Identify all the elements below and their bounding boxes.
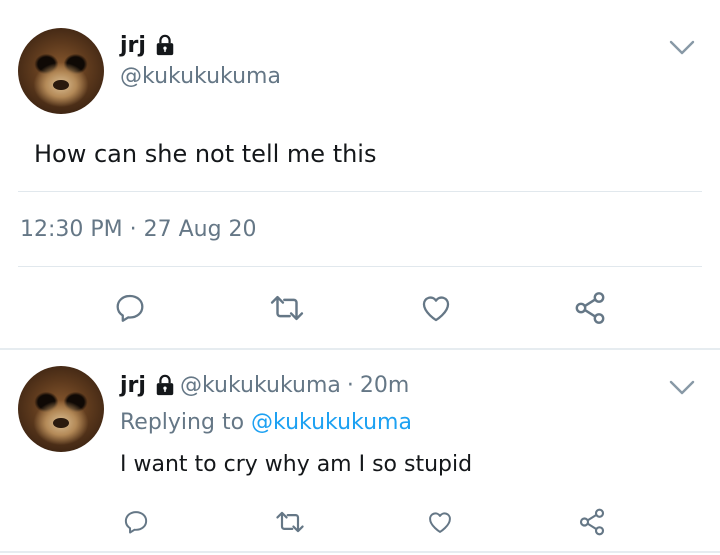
divider <box>18 266 702 267</box>
avatar[interactable] <box>18 366 104 452</box>
share-icon <box>575 292 605 324</box>
tweet-separator <box>0 551 720 553</box>
tweet-separator <box>0 348 720 350</box>
separator: · <box>346 372 354 398</box>
handle[interactable]: @kukukukuma <box>120 64 281 89</box>
like-icon <box>429 512 451 533</box>
like-button[interactable] <box>414 288 458 328</box>
share-button[interactable] <box>572 504 612 540</box>
share-icon <box>579 508 605 536</box>
divider <box>18 191 702 192</box>
retweet-icon <box>270 295 304 321</box>
tweet-text: I want to cry why am I so stupid <box>120 452 473 477</box>
display-name[interactable]: jrj <box>120 33 146 58</box>
tweet-time[interactable]: 20m <box>360 373 409 398</box>
retweet-icon <box>276 511 304 533</box>
share-button[interactable] <box>568 288 612 328</box>
chevron-down-icon[interactable] <box>669 40 695 56</box>
lock-icon <box>156 374 174 396</box>
main-tweet: jrj @kukukukuma How can she not tell me … <box>0 0 720 348</box>
display-name[interactable]: jrj <box>120 373 146 398</box>
like-icon <box>422 296 450 322</box>
avatar[interactable] <box>18 28 104 114</box>
chevron-down-icon[interactable] <box>669 380 695 396</box>
replying-prefix: Replying to <box>120 410 245 435</box>
replying-to: Replying to @kukukukuma <box>120 410 412 435</box>
reply-button[interactable] <box>116 504 156 540</box>
reply-icon <box>124 511 148 534</box>
tweet-timestamp[interactable]: 12:30 PM · 27 Aug 20 <box>20 217 257 242</box>
author-name-row: jrj <box>120 30 176 60</box>
reply-header: jrj @kukukukuma · 20m <box>120 370 409 400</box>
retweet-button[interactable] <box>268 504 312 540</box>
mention-link[interactable]: @kukukukuma <box>251 410 412 435</box>
handle[interactable]: @kukukukuma <box>180 373 341 398</box>
reply-button[interactable] <box>108 288 152 328</box>
tweet-text: How can she not tell me this <box>34 140 377 168</box>
like-button[interactable] <box>420 504 460 540</box>
lock-icon <box>156 34 174 56</box>
reply-icon <box>116 294 144 322</box>
retweet-button[interactable] <box>262 288 312 328</box>
